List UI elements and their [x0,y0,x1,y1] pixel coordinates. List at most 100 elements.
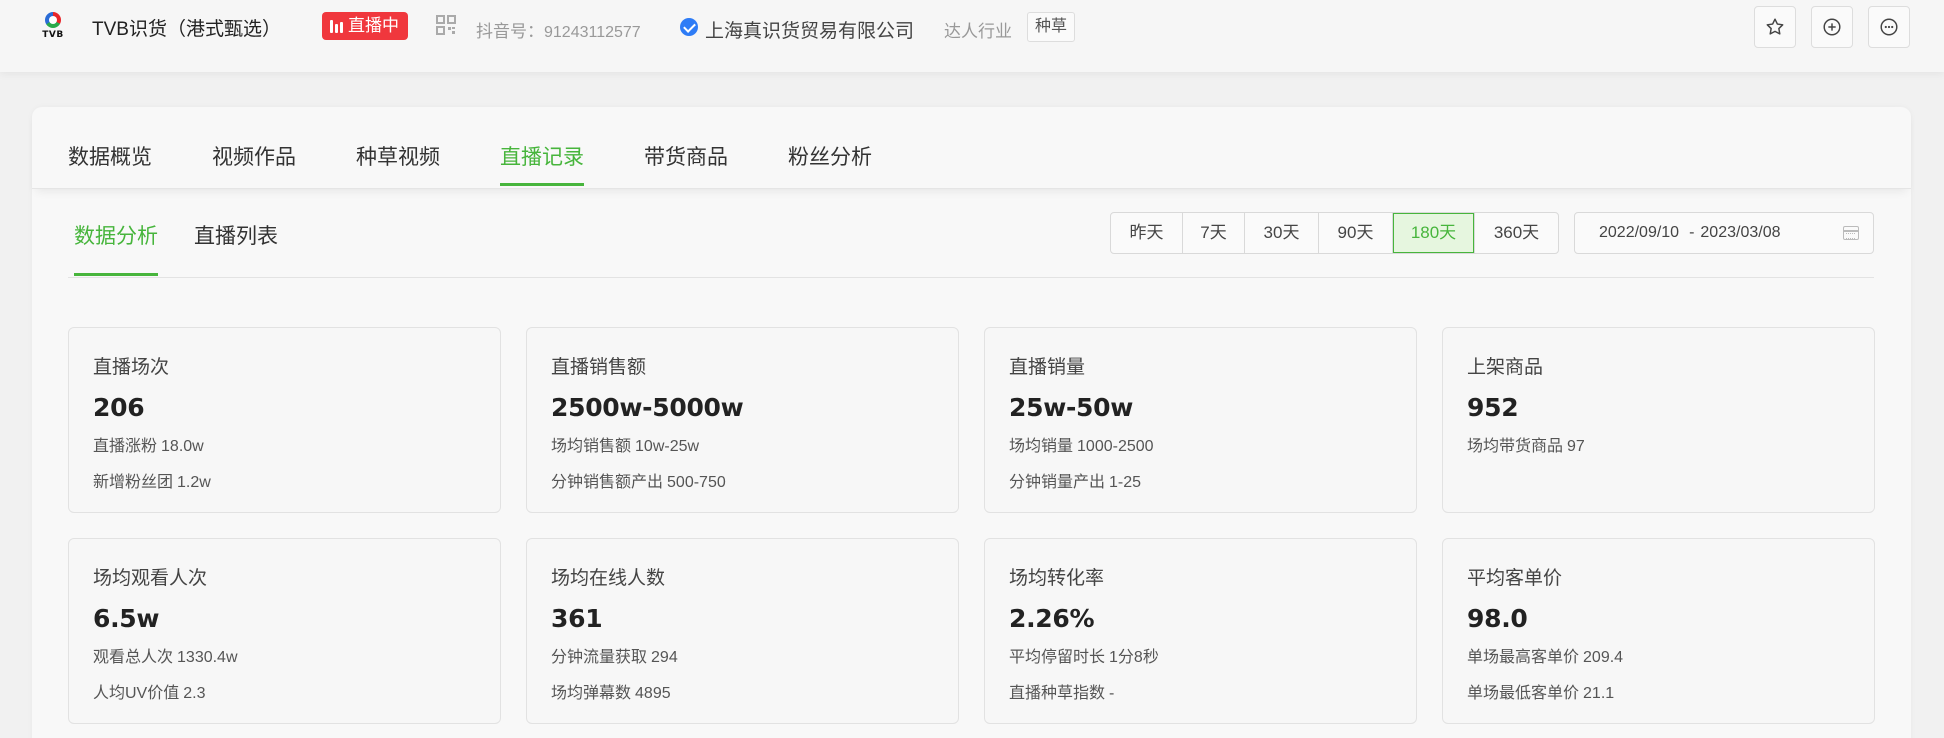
stat-sub: 场均销售额 10w-25w [551,432,934,456]
stat-sub: 场均带货商品 97 [1467,432,1850,456]
stat-sub-key: 场均销量 [1009,438,1074,455]
stat-card-conversion-rate: 场均转化率 2.26% 平均停留时长 1分8秒 直播种草指数 - [984,538,1417,724]
douyin-id: 抖音号：91243112577 [476,17,641,42]
verified-check-icon [680,18,698,36]
stat-sub-value: 2.3 [183,685,206,702]
stat-sub: 场均销量 1000-2500 [1009,432,1392,456]
stat-sub-key: 分钟销量产出 [1009,474,1106,491]
date-separator: - [1689,224,1695,241]
period-yesterday[interactable]: 昨天 [1111,213,1183,253]
stat-sub: 分钟流量获取 294 [551,643,934,667]
stat-value: 361 [551,604,603,633]
subtab-active-indicator [74,273,158,276]
stat-card-avg-order-price: 平均客单价 98.0 单场最高客单价 209.4 单场最低客单价 21.1 [1442,538,1875,724]
stat-sub-value: 21.1 [1583,685,1615,702]
favorite-button[interactable] [1754,6,1796,48]
stat-label: 上架商品 [1467,357,1544,378]
tab-fans-analysis[interactable]: 粉丝分析 [788,141,872,185]
tab-videos[interactable]: 视频作品 [212,141,296,185]
stat-label: 直播销售额 [551,357,647,378]
stat-card-live-sales-amount: 直播销售额 2500w-5000w 场均销售额 10w-25w 分钟销售额产出 50… [526,327,959,513]
stat-sub-value: 1330.4w [177,649,238,666]
stat-value: 25w-50w [1009,393,1134,422]
date-start: 2022/09/10 [1599,224,1680,241]
stat-sub-key: 场均销售额 [551,438,632,455]
stat-value: 6.5w [93,604,160,633]
main-tabs: 数据概览 视频作品 种草视频 直播记录 带货商品 粉丝分析 [32,107,1911,189]
tab-overview[interactable]: 数据概览 [68,141,152,185]
stat-sub: 平均停留时长 1分8秒 [1009,643,1392,667]
add-button[interactable] [1811,6,1853,48]
period-selector: 昨天 7天 30天 90天 180天 360天 [1110,212,1559,254]
stat-sub-key: 单场最低客单价 [1467,685,1580,702]
stat-sub-value: 10w-25w [635,438,700,455]
plus-circle-icon [1823,18,1841,36]
stat-sub-value: 294 [651,649,678,666]
stat-sub: 场均弹幕数 4895 [551,679,934,703]
subtab-data-analysis[interactable]: 数据分析 [74,220,158,250]
stat-sub-value: - [1109,685,1115,702]
date-end: 2023/03/08 [1700,224,1781,241]
subtab-live-list[interactable]: 直播列表 [194,220,278,250]
shop-name[interactable]: TVB识货（港式甄选） [92,14,281,41]
stat-value: 2500w-5000w [551,393,744,422]
main-card: 数据概览 视频作品 种草视频 直播记录 带货商品 粉丝分析 数据分析 直播列表 … [32,107,1911,738]
stat-label: 场均在线人数 [551,568,666,589]
stat-sub-value: 1.2w [177,474,211,491]
stat-sub-key: 新增粉丝团 [93,474,174,491]
stat-sub: 人均UV价值 2.3 [93,679,476,703]
stat-sub: 直播种草指数 - [1009,679,1392,703]
tab-live-records[interactable]: 直播记录 [500,141,584,186]
live-badge-label: 直播中 [348,16,399,35]
period-360d[interactable]: 360天 [1475,213,1558,253]
top-header: TVB TVB识货（港式甄选） 直播中 抖音号：91243112577 上海真识… [0,0,1944,72]
stats-grid: 直播场次 206 直播涨粉 18.0w 新增粉丝团 1.2w 直播销售额 2500w… [68,327,1875,724]
industry-tag[interactable]: 种草 [1027,12,1076,42]
stat-sub: 单场最低客单价 21.1 [1467,679,1850,703]
period-180d[interactable]: 180天 [1393,213,1475,253]
stat-sub-value: 209.4 [1583,649,1624,666]
stat-label: 场均转化率 [1009,568,1105,589]
stat-sub-value: 500-750 [667,474,726,491]
stat-sub-value: 18.0w [161,438,204,455]
live-bars-icon [330,19,343,33]
divider [68,277,1874,278]
stat-sub-value: 1分8秒 [1109,649,1159,666]
stat-sub-key: 场均带货商品 [1467,438,1564,455]
stat-sub-key: 单场最高客单价 [1467,649,1580,666]
stat-sub-value: 97 [1567,438,1585,455]
stat-sub: 新增粉丝团 1.2w [93,468,476,492]
more-button[interactable] [1868,6,1910,48]
period-7d[interactable]: 7天 [1183,213,1245,253]
stat-card-avg-viewers: 场均观看人次 6.5w 观看总人次 1330.4w 人均UV价值 2.3 [68,538,501,724]
stat-sub-key: 直播种草指数 [1009,685,1106,702]
calendar-icon [1843,226,1859,240]
stat-sub-key: 分钟流量获取 [551,649,648,666]
stat-sub: 直播涨粉 18.0w [93,432,476,456]
stat-card-listed-products: 上架商品 952 场均带货商品 97 [1442,327,1875,513]
stat-label: 平均客单价 [1467,568,1563,589]
live-badge[interactable]: 直播中 [322,12,408,40]
stat-sub-key: 平均停留时长 [1009,649,1106,666]
stat-sub-key: 场均弹幕数 [551,685,632,702]
period-30d[interactable]: 30天 [1245,213,1319,253]
stat-label: 直播场次 [93,357,170,378]
tvb-logo: TVB [38,10,68,42]
stat-value: 952 [1467,393,1519,422]
stat-sub-value: 1000-2500 [1077,438,1154,455]
tab-seeding-videos[interactable]: 种草视频 [356,141,440,185]
tab-products[interactable]: 带货商品 [644,141,728,185]
qr-code-icon[interactable] [436,15,456,35]
stat-sub-key: 分钟销售额产出 [551,474,664,491]
logo-text: TVB [42,30,64,40]
douyin-id-label: 抖音号： [476,22,544,41]
stat-value: 2.26% [1009,604,1095,633]
stat-value: 206 [93,393,145,422]
star-icon [1766,18,1784,35]
stat-sub-key: 观看总人次 [93,649,174,666]
stat-sub-key: 人均UV价值 [93,685,180,702]
more-icon [1880,18,1898,36]
date-range-picker[interactable]: 2022/09/10-2023/03/08 [1574,212,1874,254]
stat-label: 直播销量 [1009,357,1086,378]
period-90d[interactable]: 90天 [1319,213,1393,253]
